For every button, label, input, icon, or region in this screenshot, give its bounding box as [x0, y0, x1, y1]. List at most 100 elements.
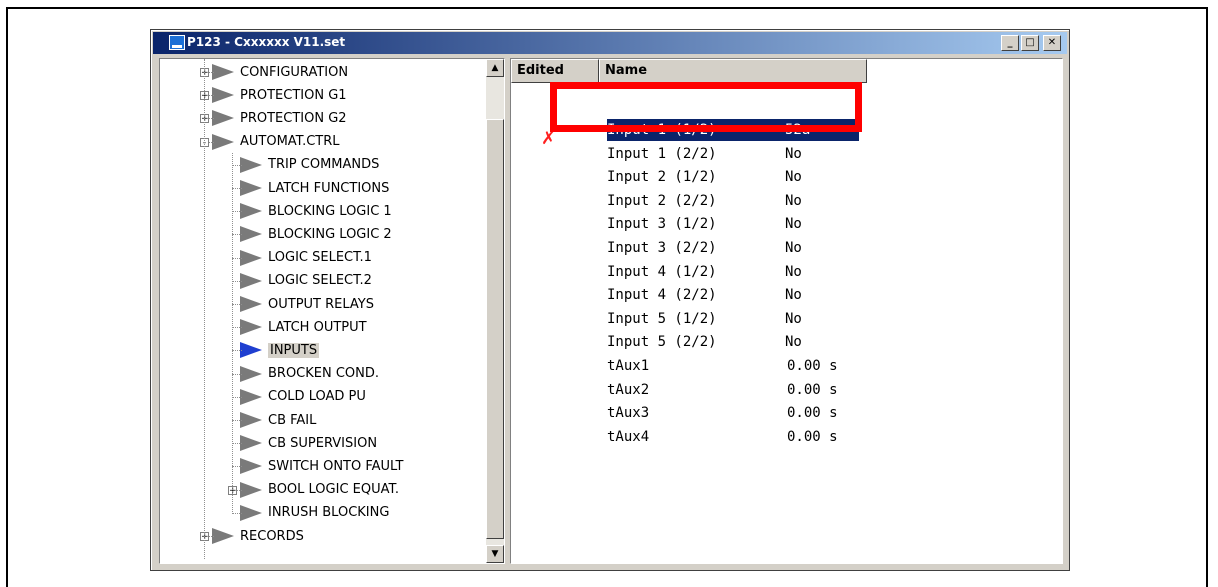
- folder-arrow-icon: [240, 412, 262, 428]
- tree-item-label: BLOCKING LOGIC 1: [268, 203, 392, 219]
- folder-arrow-icon: [212, 64, 234, 80]
- tree-item[interactable]: CB FAIL: [240, 409, 316, 431]
- folder-arrow-icon: [240, 435, 262, 452]
- tree-item[interactable]: PROTECTION G2: [212, 107, 347, 129]
- row-value: No: [785, 169, 802, 186]
- tree-scrollbar[interactable]: ▲ ▼: [486, 59, 504, 563]
- list-row[interactable]: tAux2 0.00 s: [607, 379, 887, 401]
- tree-item[interactable]: LATCH FUNCTIONS: [240, 177, 389, 199]
- tree-connector: [232, 396, 242, 398]
- tree-item-label: INRUSH BLOCKING: [268, 505, 390, 521]
- tree-connector: [232, 280, 242, 282]
- list-row[interactable]: tAux3 0.00 s: [607, 402, 887, 424]
- tree-item-label: CB SUPERVISION: [268, 435, 378, 451]
- row-value: No: [785, 287, 802, 304]
- close-button[interactable]: ✕: [1043, 35, 1061, 51]
- tree-item-label: AUTOMAT.CTRL: [240, 134, 340, 150]
- scroll-thumb[interactable]: [486, 119, 504, 539]
- tree-item[interactable]: BLOCKING LOGIC 1: [240, 200, 392, 222]
- folder-arrow-icon: [240, 342, 262, 359]
- tree-item[interactable]: SWITCH ONTO FAULT: [240, 455, 403, 477]
- list-row[interactable]: Input 3 (2/2) No: [607, 237, 887, 259]
- column-header-name[interactable]: Name: [599, 59, 867, 83]
- tree-item[interactable]: CONFIGURATION: [212, 61, 348, 83]
- folder-arrow-icon: [240, 296, 262, 312]
- tree-connector: [232, 443, 242, 445]
- app-icon: [169, 35, 185, 50]
- tree-item-label: BLOCKING LOGIC 2: [268, 226, 392, 242]
- row-value: No: [785, 192, 802, 209]
- folder-arrow-icon: [240, 365, 262, 382]
- list-row[interactable]: Input 5 (2/2) No: [607, 331, 887, 353]
- tree-item[interactable]: BROCKEN COND.: [240, 363, 379, 385]
- row-name: tAux3: [607, 405, 650, 422]
- tree-item[interactable]: INRUSH BLOCKING: [240, 502, 389, 524]
- tree-connector: [232, 188, 242, 189]
- list-row[interactable]: tAux4 0.00 s: [607, 426, 887, 448]
- title-bar[interactable]: P123 - Cxxxxxx V11.set _ □ ✕: [153, 32, 1067, 54]
- tree-item-label: PROTECTION G2: [240, 110, 347, 126]
- list-row[interactable]: tAux1 0.00 s: [607, 355, 887, 377]
- list-row[interactable]: Input 2 (1/2) No: [607, 166, 887, 188]
- folder-arrow-icon: [240, 180, 262, 196]
- tree-item-label: CB FAIL: [268, 412, 317, 428]
- tree-item[interactable]: PROTECTION G1: [212, 84, 347, 106]
- tree-item[interactable]: RECORDS: [212, 525, 304, 547]
- tree-item[interactable]: LOGIC SELECT.2: [240, 270, 372, 292]
- tree-item[interactable]: COLD LOAD PU: [240, 386, 366, 408]
- settings-list[interactable]: Edited Name ✗ Input 1 (1/2) 52a Input 1 (2…: [510, 58, 1063, 564]
- tree-item-label: BROCKEN COND.: [268, 366, 380, 382]
- tree-item[interactable]: LOGIC SELECT.1: [240, 247, 372, 269]
- tree-connector: [232, 234, 242, 236]
- row-value: No: [785, 145, 802, 162]
- folder-arrow-icon: [240, 458, 262, 475]
- tree-item[interactable]: BOOL LOGIC EQUAT.: [240, 479, 399, 501]
- list-row[interactable]: Input 4 (2/2) No: [607, 284, 887, 306]
- tree-connector: [232, 304, 242, 305]
- folder-arrow-icon: [240, 319, 262, 336]
- minimize-button[interactable]: _: [1001, 35, 1019, 51]
- list-row[interactable]: Input 3 (1/2) No: [607, 213, 887, 235]
- tree-item[interactable]: INPUTS: [240, 339, 320, 361]
- tree-item[interactable]: CB SUPERVISION: [240, 432, 377, 454]
- list-row[interactable]: Input 5 (1/2) No: [607, 308, 887, 330]
- tree-item[interactable]: AUTOMAT.CTRL: [212, 131, 340, 153]
- annotation-highlight-box: [550, 82, 862, 132]
- folder-arrow-icon: [240, 272, 262, 289]
- tree-item[interactable]: OUTPUT RELAYS: [240, 293, 374, 315]
- row-value: 0.00 s: [787, 358, 838, 374]
- tree-item-label: COLD LOAD PU: [268, 389, 366, 405]
- list-row[interactable]: Input 2 (2/2) No: [607, 190, 887, 212]
- row-name: Input 5 (1/2): [607, 310, 717, 327]
- folder-arrow-icon: [240, 504, 262, 521]
- settings-tree[interactable]: ▲ ▼ CONFIGURATION + PROTECTION G1 + PROTECTI…: [159, 58, 505, 564]
- row-value: No: [785, 216, 802, 233]
- tree-item[interactable]: LATCH OUTPUT: [240, 316, 367, 338]
- column-header-edited[interactable]: Edited: [511, 59, 599, 83]
- tree-item-label: PROTECTION G1: [240, 87, 347, 103]
- folder-arrow-icon: [240, 203, 262, 220]
- window-title: P123 - Cxxxxxx V11.set: [187, 35, 346, 49]
- folder-arrow-icon: [240, 226, 262, 243]
- tree-connector: [232, 466, 242, 468]
- tree-item-label: LOGIC SELECT.1: [268, 250, 372, 266]
- row-name: Input 5 (2/2): [607, 334, 717, 351]
- folder-arrow-icon: [240, 249, 262, 266]
- folder-arrow-icon: [212, 133, 234, 150]
- tree-item-label: CONFIGURATION: [240, 64, 349, 80]
- tree-item-label: OUTPUT RELAYS: [268, 296, 374, 312]
- tree-connector: [232, 257, 242, 259]
- tree-connector: [204, 59, 205, 559]
- row-value: 0.00 s: [787, 381, 838, 398]
- tree-item[interactable]: TRIP COMMANDS: [240, 154, 379, 176]
- list-row[interactable]: Input 4 (1/2) No: [607, 261, 887, 283]
- row-value: 0.00 s: [787, 405, 838, 422]
- row-value: No: [785, 334, 802, 351]
- scroll-up-button[interactable]: ▲: [486, 59, 504, 77]
- tree-connector: [232, 211, 242, 213]
- tree-connector: [232, 327, 242, 329]
- maximize-button[interactable]: □: [1021, 35, 1039, 51]
- tree-item[interactable]: BLOCKING LOGIC 2: [240, 223, 392, 245]
- scroll-down-button[interactable]: ▼: [486, 545, 504, 563]
- list-row[interactable]: Input 1 (2/2) No: [607, 143, 887, 165]
